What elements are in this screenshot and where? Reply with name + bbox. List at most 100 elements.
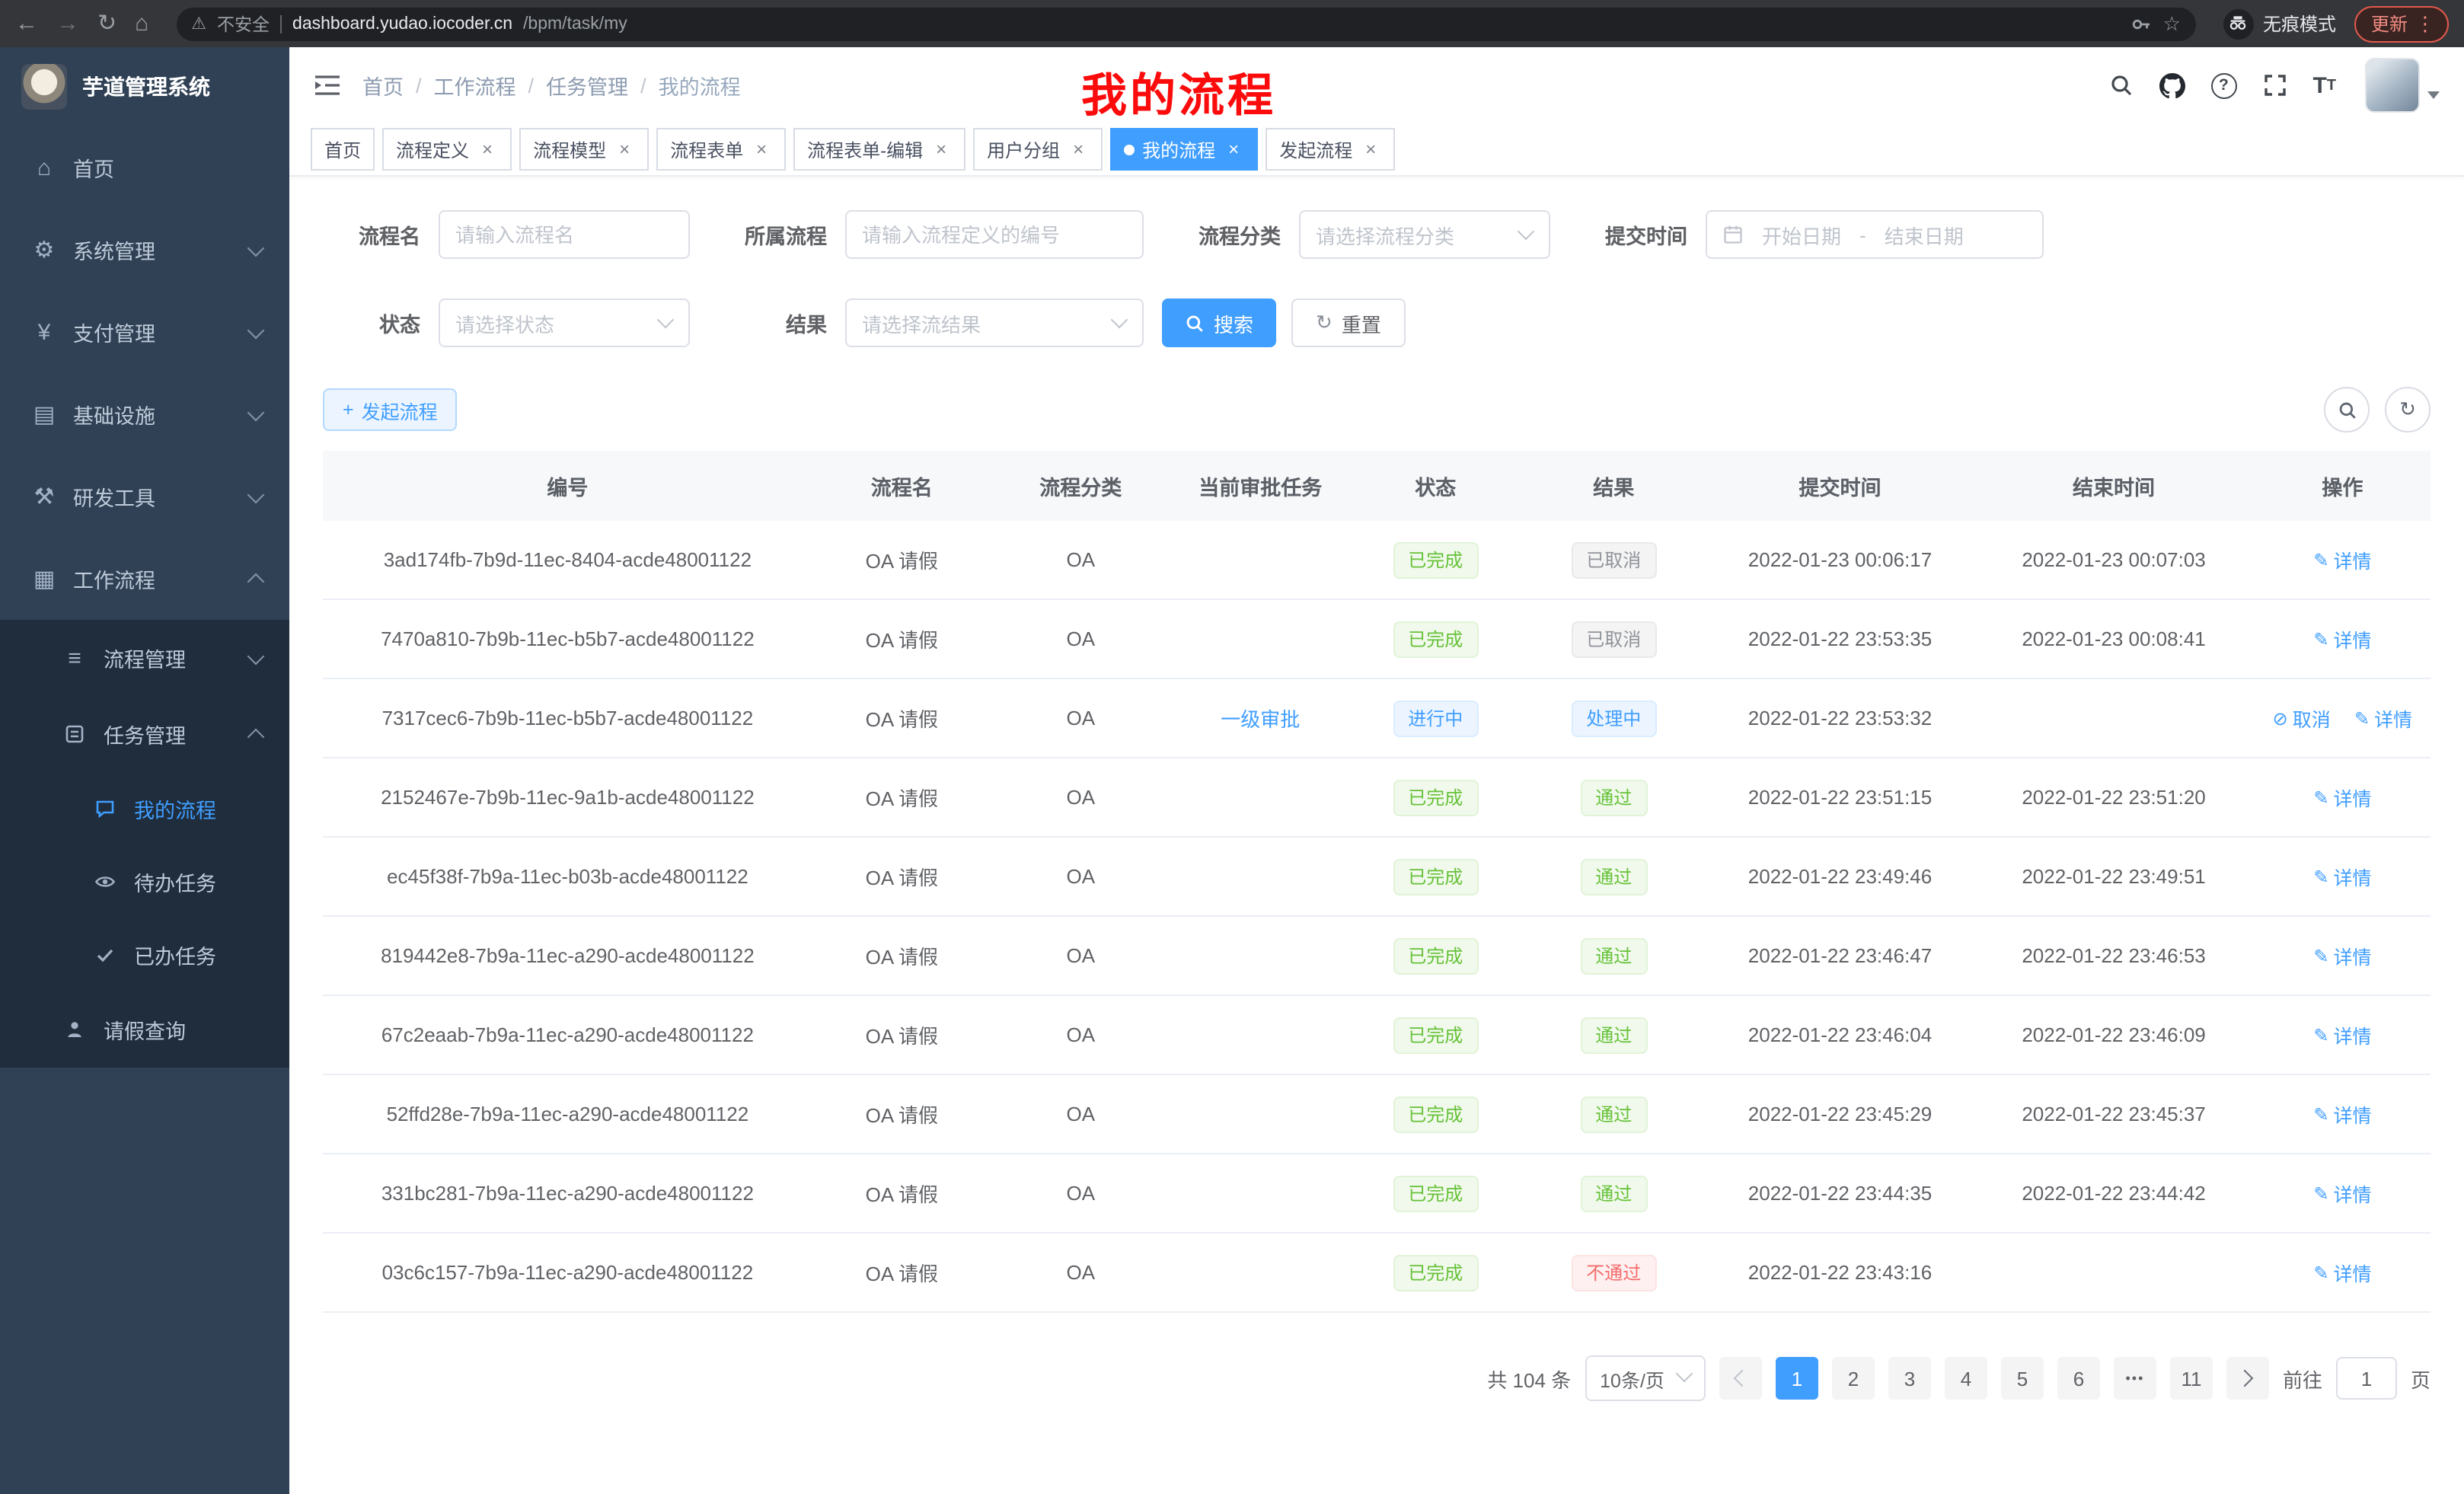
start-date-placeholder[interactable]: 开始日期 <box>1762 220 1841 249</box>
detail-link[interactable]: ✎详情 <box>2313 624 2371 653</box>
close-icon[interactable]: × <box>1068 139 1089 160</box>
cell-name: OA 请假 <box>812 1074 991 1154</box>
user-menu[interactable] <box>2365 58 2440 113</box>
cell-id: 52ffd28e-7b9a-11ec-a290-acde48001122 <box>323 1074 812 1154</box>
page-button-4[interactable]: 4 <box>1945 1357 1987 1400</box>
tab-home[interactable]: 首页 <box>311 128 375 171</box>
more-pages-button[interactable]: ••• <box>2114 1357 2156 1400</box>
detail-link[interactable]: ✎详情 <box>2313 862 2371 891</box>
tab-start-process[interactable]: 发起流程× <box>1266 128 1395 171</box>
tab-process-form-edit[interactable]: 流程表单-编辑× <box>793 128 965 171</box>
close-icon[interactable]: × <box>930 139 952 160</box>
sidebar-item-leave-query[interactable]: 请假查询 <box>0 991 289 1068</box>
fullscreen-icon[interactable] <box>2262 73 2287 97</box>
close-icon[interactable]: × <box>614 139 635 160</box>
end-date-placeholder[interactable]: 结束日期 <box>1885 220 1964 249</box>
cancel-link[interactable]: ⊘取消 <box>2273 704 2331 733</box>
close-icon[interactable]: × <box>1360 139 1381 160</box>
result-tag: 已取消 <box>1571 621 1656 657</box>
page-button-11[interactable]: 11 <box>2170 1357 2213 1400</box>
sidebar-item-workflow[interactable]: ▦ 工作流程 <box>0 538 289 620</box>
reset-button[interactable]: ↻ 重置 <box>1291 298 1406 347</box>
status-select[interactable]: 请选择状态 <box>439 298 690 347</box>
sidebar-item-system-management[interactable]: ⚙ 系统管理 <box>0 209 289 291</box>
chevron-down-icon <box>247 647 265 665</box>
next-page-button[interactable] <box>2226 1357 2269 1400</box>
sidebar-item-task-management[interactable]: 任务管理 <box>0 696 289 772</box>
font-size-icon[interactable]: TT <box>2312 72 2336 98</box>
close-icon[interactable]: × <box>751 139 772 160</box>
close-icon[interactable]: × <box>477 139 498 160</box>
logo[interactable]: 芋道管理系统 <box>0 47 289 126</box>
detail-link[interactable]: ✎详情 <box>2313 1020 2371 1049</box>
detail-link[interactable]: ✎详情 <box>2313 545 2371 574</box>
sidebar-item-process-management[interactable]: ≡ 流程管理 <box>0 620 289 696</box>
page-button-2[interactable]: 2 <box>1832 1357 1875 1400</box>
sidebar-item-dev-tools[interactable]: ⚒ 研发工具 <box>0 455 289 538</box>
detail-link[interactable]: ✎详情 <box>2354 704 2412 733</box>
process-definition-input[interactable] <box>845 210 1144 259</box>
refresh-table-button[interactable]: ↻ <box>2385 387 2430 433</box>
avatar[interactable] <box>2365 58 2420 113</box>
result-select[interactable]: 请选择流结果 <box>845 298 1144 347</box>
detail-link[interactable]: ✎详情 <box>2313 1258 2371 1287</box>
sidebar-item-my-process[interactable]: 我的流程 <box>0 772 289 845</box>
search-icon[interactable] <box>2108 73 2133 97</box>
forward-icon[interactable]: → <box>56 12 79 35</box>
status-tag: 已完成 <box>1393 1254 1478 1291</box>
page-button-3[interactable]: 3 <box>1888 1357 1931 1400</box>
address-bar[interactable]: ⚠ 不安全 dashboard.yudao.iocoder.cn/bpm/tas… <box>176 7 2196 40</box>
tab-user-group[interactable]: 用户分组× <box>973 128 1103 171</box>
goto-page-input[interactable] <box>2336 1357 2397 1400</box>
detail-link[interactable]: ✎详情 <box>2313 783 2371 812</box>
tab-my-process[interactable]: 我的流程× <box>1110 128 1258 171</box>
current-task-link[interactable]: 一级审批 <box>1221 708 1300 731</box>
sidebar-item-done-tasks[interactable]: 已办任务 <box>0 918 289 991</box>
sidebar-item-infrastructure[interactable]: ▤ 基础设施 <box>0 373 289 455</box>
back-icon[interactable]: ← <box>15 12 38 35</box>
key-icon[interactable] <box>2131 13 2153 34</box>
start-process-button[interactable]: + 发起流程 <box>323 388 458 431</box>
hamburger-icon[interactable] <box>314 75 341 96</box>
home-icon[interactable]: ⌂ <box>135 12 148 35</box>
tab-process-definition[interactable]: 流程定义× <box>382 128 512 171</box>
incognito-label: 无痕模式 <box>2263 11 2336 37</box>
prev-page-button[interactable] <box>1719 1357 1762 1400</box>
breadcrumb-home[interactable]: 首页 <box>362 70 404 101</box>
detail-link[interactable]: ✎详情 <box>2313 1179 2371 1208</box>
tab-process-form[interactable]: 流程表单× <box>656 128 786 171</box>
detail-link[interactable]: ✎详情 <box>2313 1100 2371 1128</box>
bookmark-star-icon[interactable]: ☆ <box>2163 11 2181 36</box>
breadcrumb-task-management[interactable]: 任务管理 <box>546 70 628 101</box>
table-row: 2152467e-7b9b-11ec-9a1b-acde48001122 OA … <box>323 758 2430 837</box>
date-range-picker[interactable]: 开始日期 - 结束日期 <box>1706 210 2044 259</box>
process-category-label: 流程分类 <box>1183 219 1281 250</box>
cell-name: OA 请假 <box>812 758 991 837</box>
status-label: 状态 <box>323 308 420 338</box>
close-icon[interactable]: × <box>1223 139 1244 160</box>
url-domain[interactable]: dashboard.yudao.iocoder.cn <box>292 14 512 33</box>
sidebar-item-todo-tasks[interactable]: 待办任务 <box>0 845 289 918</box>
page-size-select[interactable]: 10条/页 <box>1585 1355 1706 1401</box>
page-button-6[interactable]: 6 <box>2057 1357 2100 1400</box>
security-label[interactable]: 不安全 <box>217 11 270 36</box>
help-icon[interactable]: ? <box>2210 72 2236 98</box>
search-button[interactable]: 搜索 <box>1162 298 1276 347</box>
tab-process-model[interactable]: 流程模型× <box>519 128 649 171</box>
url-path[interactable]: /bpm/task/my <box>523 14 627 33</box>
page-button-1[interactable]: 1 <box>1776 1357 1818 1400</box>
sidebar-item-home[interactable]: ⌂ 首页 <box>0 126 289 209</box>
goto-suffix: 页 <box>2411 1364 2430 1393</box>
sidebar-item-payment-management[interactable]: ¥ 支付管理 <box>0 291 289 373</box>
menu-dots-icon[interactable]: ⋮ <box>2415 11 2435 36</box>
breadcrumb-workflow[interactable]: 工作流程 <box>434 70 516 101</box>
toggle-search-button[interactable] <box>2324 387 2370 433</box>
process-category-select[interactable]: 请选择流程分类 <box>1299 210 1550 259</box>
reload-icon[interactable]: ↻ <box>97 12 116 35</box>
process-name-input[interactable] <box>439 210 690 259</box>
page-button-5[interactable]: 5 <box>2001 1357 2044 1400</box>
update-button[interactable]: 更新 ⋮ <box>2354 5 2449 42</box>
github-icon[interactable] <box>2159 72 2185 98</box>
edit-icon: ✎ <box>2313 866 2328 887</box>
detail-link[interactable]: ✎详情 <box>2313 941 2371 970</box>
